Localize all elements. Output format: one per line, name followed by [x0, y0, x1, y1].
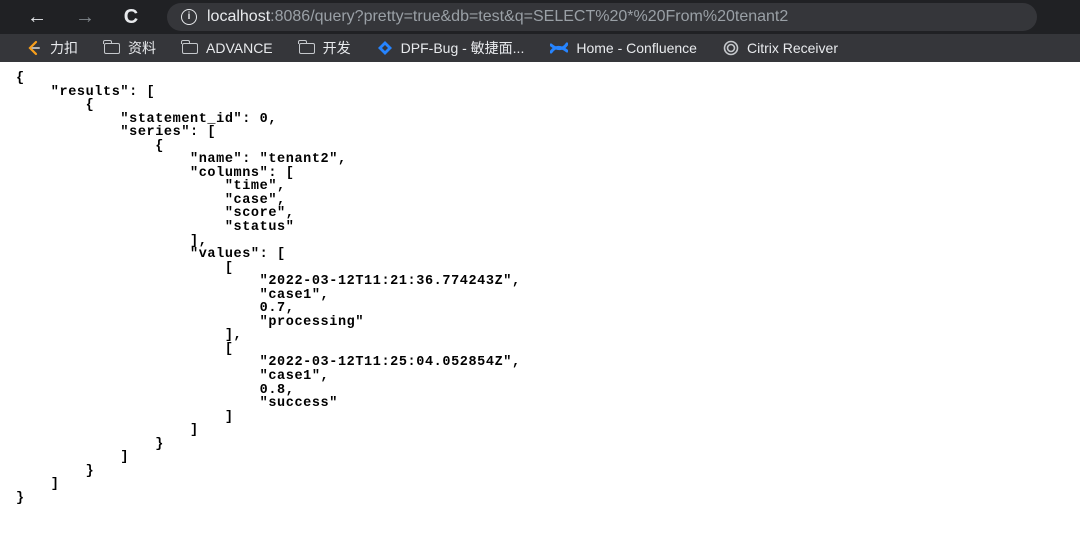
page-content: { "results": [ { "statement_id": 0, "ser… — [0, 62, 1080, 559]
url-path: :8086/query?pretty=true&db=test&q=SELECT… — [270, 8, 789, 25]
bookmark-label: 资料 — [128, 40, 156, 56]
back-arrow-icon[interactable]: ← — [22, 2, 52, 32]
bookmark-confluence[interactable]: Home - Confluence — [550, 40, 697, 56]
info-icon[interactable]: i — [181, 9, 197, 25]
folder-icon — [103, 39, 120, 54]
browser-toolbar: ← → C i localhost:8086/query?pretty=true… — [0, 0, 1080, 34]
bookmark-folder-ziliao[interactable]: 资料 — [103, 38, 156, 58]
bookmark-label: ADVANCE — [206, 40, 273, 56]
bookmark-dpf-bug[interactable]: DPF-Bug - 敏捷面... — [377, 38, 525, 58]
bookmark-citrix[interactable]: Citrix Receiver — [723, 40, 838, 56]
bookmark-label: 开发 — [322, 40, 351, 56]
bookmark-label: Citrix Receiver — [746, 40, 838, 56]
url-text[interactable]: localhost:8086/query?pretty=true&db=test… — [207, 8, 788, 26]
bookmarks-bar: 力扣 资料 ADVANCE 开发 DPF-Bug - 敏捷面... Home -… — [0, 34, 1080, 62]
bookmark-label: DPF-Bug - 敏捷面... — [400, 40, 525, 56]
folder-icon — [297, 39, 315, 54]
bookmark-label: 力扣 — [50, 40, 78, 56]
reload-icon[interactable]: C — [116, 2, 146, 32]
bookmark-folder-advance[interactable]: ADVANCE — [181, 39, 273, 56]
bookmark-leetcode[interactable]: 力扣 — [26, 38, 78, 58]
leetcode-icon — [26, 40, 42, 56]
json-response: { "results": [ { "statement_id": 0, "ser… — [16, 71, 521, 506]
confluence-icon — [550, 40, 569, 56]
address-bar[interactable]: i localhost:8086/query?pretty=true&db=te… — [167, 3, 1037, 31]
bookmark-folder-kaifa[interactable]: 开发 — [297, 38, 351, 58]
folder-icon — [181, 39, 198, 54]
jira-icon — [377, 40, 393, 56]
citrix-icon — [723, 40, 739, 56]
bookmark-label: Home - Confluence — [576, 40, 697, 56]
url-host: localhost — [207, 8, 271, 25]
forward-arrow-icon[interactable]: → — [70, 2, 100, 32]
